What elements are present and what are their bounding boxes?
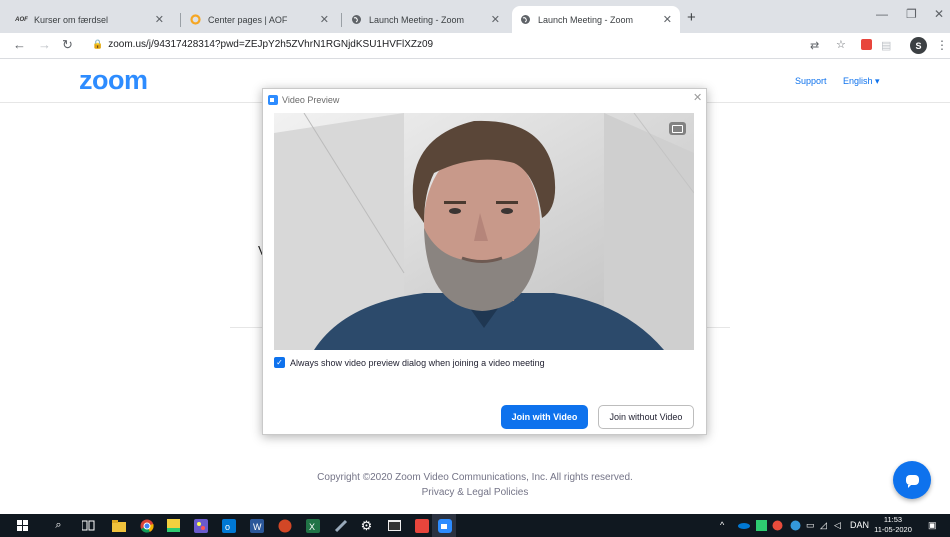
terminal-icon[interactable] <box>386 517 403 534</box>
minimize-icon[interactable]: — <box>876 7 888 21</box>
tab-separator <box>180 13 181 27</box>
back-icon[interactable]: ← <box>13 37 26 52</box>
restore-icon[interactable]: ❐ <box>906 7 917 21</box>
tab-title: Launch Meeting - Zoom <box>369 14 465 25</box>
pdf-extension-icon[interactable] <box>861 39 872 53</box>
volume-icon[interactable]: ◁ <box>834 520 841 531</box>
url-text: zoom.us/j/94317428314?pwd=ZEJpY2h5ZVhrN1… <box>108 39 434 50</box>
windows-start-icon[interactable] <box>14 517 31 534</box>
lock-icon: 🔒 <box>92 39 104 49</box>
battery-icon[interactable]: ▭ <box>806 520 815 531</box>
chrome-icon[interactable] <box>138 517 155 534</box>
globe-icon <box>520 14 531 25</box>
zoom-logo[interactable]: zoom <box>79 65 148 96</box>
tab-center-pages[interactable]: Center pages | AOF ✕ <box>182 6 337 33</box>
tab-kurser[interactable]: AOF Kurser om færdsel ✕ <box>8 6 172 33</box>
join-with-video-button[interactable]: Join with Video <box>501 405 588 429</box>
snipping-tool-icon[interactable] <box>332 517 349 534</box>
file-explorer-icon[interactable] <box>110 517 127 534</box>
zoom-taskbar-icon[interactable] <box>436 517 453 534</box>
close-tab-icon[interactable]: ✕ <box>320 13 329 26</box>
tab-title: Launch Meeting - Zoom <box>538 14 634 25</box>
tray-blue-icon[interactable] <box>790 520 801 533</box>
url-field[interactable]: 🔒 zoom.us/j/94317428314?pwd=ZEJpY2h5ZVhrN… <box>92 39 433 50</box>
dialog-title: Video Preview <box>282 95 340 105</box>
tab-launch-meeting-1[interactable]: Launch Meeting - Zoom ✕ <box>343 6 508 33</box>
language-dropdown[interactable]: English ▾ <box>843 76 880 87</box>
tab-title: Kurser om færdsel <box>34 14 109 25</box>
background-frame-icon[interactable] <box>669 122 686 135</box>
join-without-video-button[interactable]: Join without Video <box>598 405 694 429</box>
close-icon[interactable]: ✕ <box>693 91 702 104</box>
powerpoint-icon[interactable] <box>276 517 293 534</box>
chevron-up-icon[interactable]: ^ <box>720 520 724 530</box>
close-window-icon[interactable]: ✕ <box>934 7 944 21</box>
clock-time: 11:53 <box>883 515 903 524</box>
close-tab-icon[interactable]: ✕ <box>663 13 672 26</box>
tab-separator <box>341 13 342 27</box>
video-preview-dialog: Video Preview ✕ ✓ Always show video prev… <box>262 88 707 435</box>
menu-icon[interactable]: ⋮ <box>936 38 948 52</box>
always-show-checkbox[interactable]: ✓ <box>274 357 285 368</box>
tab-title: Center pages | AOF <box>208 14 288 25</box>
task-view-icon[interactable] <box>80 517 97 534</box>
always-show-option[interactable]: ✓ Always show video preview dialog when … <box>274 357 545 368</box>
sticky-notes-icon[interactable] <box>165 517 182 534</box>
bookmark-star-icon[interactable]: ☆ <box>836 38 846 51</box>
system-clock[interactable]: 11:53 11-05-2020 <box>872 515 914 535</box>
chat-bubble-icon <box>905 475 919 488</box>
zoom-app-icon <box>268 95 278 105</box>
camera-preview <box>274 113 694 350</box>
tray-app-icon[interactable] <box>756 520 767 533</box>
wifi-icon[interactable]: ◿ <box>820 520 827 531</box>
chat-button[interactable] <box>893 461 931 499</box>
language-indicator[interactable]: DAN <box>850 520 869 530</box>
camera-feed-image <box>274 113 694 350</box>
acrobat-icon[interactable] <box>413 517 430 534</box>
svg-text:o: o <box>225 522 230 532</box>
globe-icon <box>351 14 362 25</box>
close-tab-icon[interactable]: ✕ <box>155 13 164 26</box>
excel-icon[interactable]: X <box>304 517 321 534</box>
svg-text:X: X <box>309 522 315 532</box>
aof-icon: AOF <box>15 16 28 23</box>
outlook-icon[interactable]: o <box>220 517 237 534</box>
forward-icon[interactable]: → <box>38 37 51 52</box>
settings-gear-icon[interactable]: ⚙ <box>358 517 375 534</box>
support-link[interactable]: Support <box>795 76 827 86</box>
word-icon[interactable]: W <box>248 517 265 534</box>
notification-icon[interactable]: ▣ <box>928 520 937 531</box>
tray-red-icon[interactable] <box>772 520 783 533</box>
clock-date: 11-05-2020 <box>874 525 912 534</box>
svg-text:W: W <box>253 522 262 532</box>
copyright-text: Copyright ©2020 Zoom Video Communication… <box>317 472 633 483</box>
extension-icon[interactable]: ▤ <box>881 39 891 52</box>
new-tab-icon[interactable]: + <box>687 9 696 26</box>
privacy-link[interactable]: Privacy & Legal Policies <box>0 487 950 498</box>
circle-orange-icon <box>190 14 201 25</box>
reload-icon[interactable]: ↻ <box>62 37 73 53</box>
tab-launch-meeting-2[interactable]: Launch Meeting - Zoom ✕ <box>512 6 680 33</box>
privacy-link-label[interactable]: Privacy & Legal Policies <box>422 487 529 498</box>
dialog-titlebar: Video Preview <box>268 93 339 107</box>
paint-icon[interactable] <box>192 517 209 534</box>
translate-icon[interactable]: ⇄ <box>810 39 819 52</box>
search-icon[interactable]: ⌕ <box>50 517 67 534</box>
close-tab-icon[interactable]: ✕ <box>491 13 500 26</box>
always-show-label[interactable]: Always show video preview dialog when jo… <box>290 358 545 368</box>
avatar[interactable]: S <box>910 37 927 54</box>
onedrive-icon[interactable] <box>738 520 750 531</box>
